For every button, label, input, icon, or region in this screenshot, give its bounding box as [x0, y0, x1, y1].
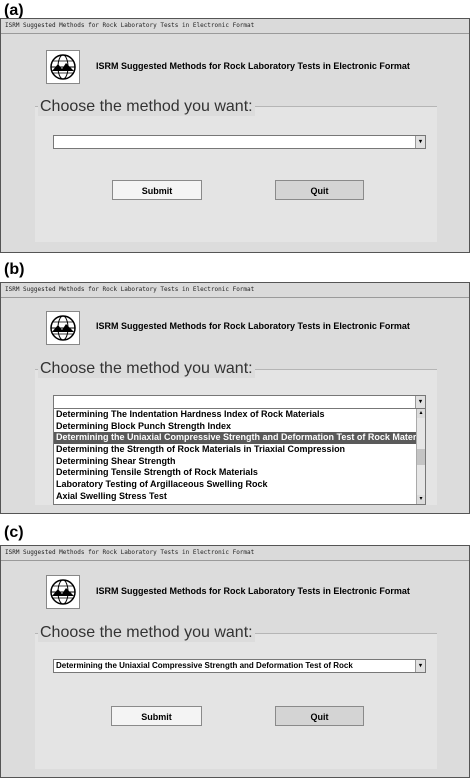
- method-dropdown-list[interactable]: Determining The Indentation Hardness Ind…: [53, 408, 426, 505]
- method-dropdown[interactable]: Determining the Uniaxial Compressive Str…: [53, 659, 426, 673]
- header-title: ISRM Suggested Methods for Rock Laborato…: [96, 586, 410, 596]
- list-item[interactable]: Determining the Uniaxial Compressive Str…: [54, 432, 416, 445]
- list-item[interactable]: Determining Shear Strength: [54, 456, 416, 468]
- chevron-down-icon[interactable]: ▾: [417, 495, 425, 504]
- dropdown-value: Determining the Uniaxial Compressive Str…: [56, 661, 353, 670]
- window-titlebar[interactable]: ISRM Suggested Methods for Rock Laborato…: [1, 19, 469, 34]
- group-label: Choose the method you want:: [38, 360, 255, 378]
- list-item[interactable]: Determining Block Punch Strength Index: [54, 421, 416, 433]
- list-item[interactable]: Determining Tensile Strength of Rock Mat…: [54, 467, 416, 479]
- globe-icon: [50, 54, 76, 80]
- chevron-down-icon[interactable]: ▾: [415, 396, 425, 408]
- method-dropdown[interactable]: ▾: [53, 135, 426, 149]
- globe-icon: [50, 579, 76, 605]
- list-item[interactable]: Determining the Strength of Rock Materia…: [54, 444, 416, 456]
- method-dropdown[interactable]: ▾: [53, 395, 426, 409]
- list-scrollbar[interactable]: ▴ ▾: [416, 409, 425, 504]
- globe-icon: [50, 315, 76, 341]
- panel-label-c: (c): [4, 524, 24, 541]
- isrm-logo: [46, 311, 80, 345]
- isrm-logo: [46, 50, 80, 84]
- submit-button[interactable]: Submit: [111, 706, 202, 726]
- header-title: ISRM Suggested Methods for Rock Laborato…: [96, 61, 410, 71]
- submit-button[interactable]: Submit: [112, 180, 202, 200]
- header-title: ISRM Suggested Methods for Rock Laborato…: [96, 321, 410, 331]
- panel-label-b: (b): [4, 261, 25, 278]
- group-label: Choose the method you want:: [38, 624, 255, 642]
- list-item[interactable]: Determining The Indentation Hardness Ind…: [54, 409, 416, 421]
- chevron-down-icon[interactable]: ▾: [415, 660, 425, 672]
- window-titlebar[interactable]: ISRM Suggested Methods for Rock Laborato…: [1, 546, 469, 561]
- list-item[interactable]: Laboratory Testing of Argillaceous Swell…: [54, 479, 416, 491]
- window-titlebar[interactable]: ISRM Suggested Methods for Rock Laborato…: [1, 283, 469, 298]
- scrollbar-thumb[interactable]: [417, 449, 425, 465]
- chevron-down-icon[interactable]: ▾: [415, 136, 425, 148]
- chevron-up-icon[interactable]: ▴: [417, 409, 425, 418]
- quit-button[interactable]: Quit: [275, 706, 364, 726]
- method-group: [35, 633, 437, 769]
- group-label: Choose the method you want:: [38, 98, 255, 116]
- list-item[interactable]: Axial Swelling Stress Test: [54, 491, 416, 503]
- quit-button[interactable]: Quit: [275, 180, 364, 200]
- method-group: [35, 106, 437, 242]
- isrm-logo: [46, 575, 80, 609]
